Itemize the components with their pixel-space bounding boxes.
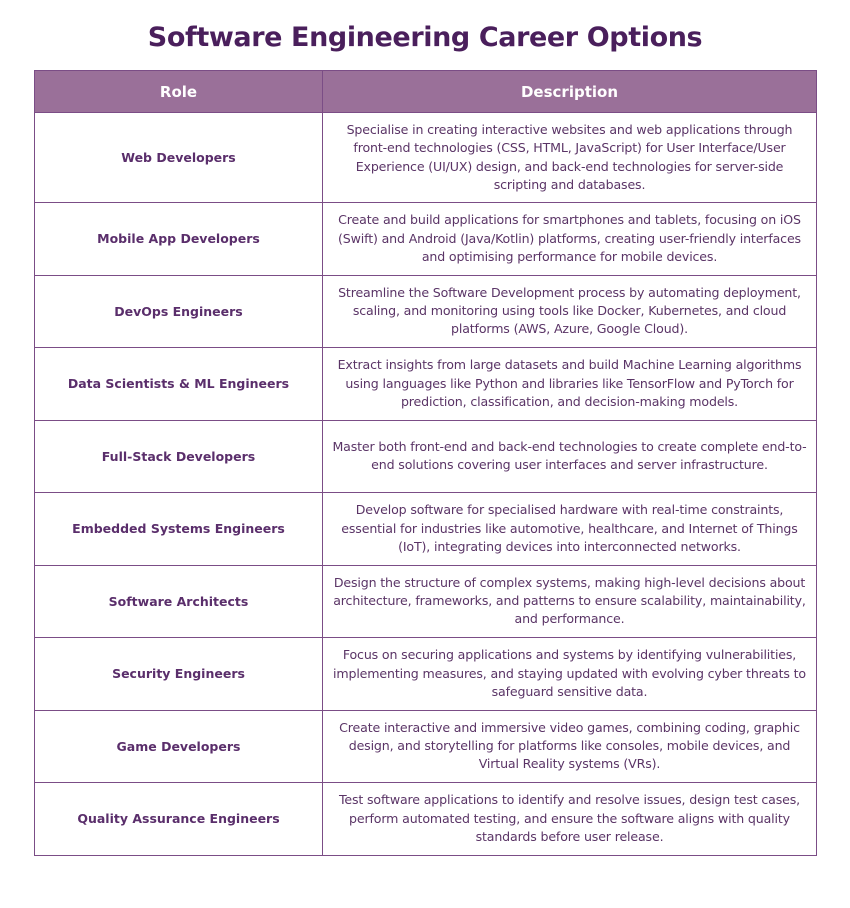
description-cell: Test software applications to identify a… <box>322 782 817 856</box>
description-cell: Specialise in creating interactive websi… <box>322 112 817 203</box>
table-row: Full-Stack Developers Master both front-… <box>34 419 817 493</box>
description-cell: Extract insights from large datasets and… <box>322 347 817 421</box>
page-title: Software Engineering Career Options <box>147 22 703 53</box>
role-cell: Mobile App Developers <box>34 202 323 276</box>
description-cell: Master both front-end and back-end techn… <box>322 419 817 493</box>
table-row: Web Developers Specialise in creating in… <box>34 112 817 203</box>
role-cell: Embedded Systems Engineers <box>34 492 323 566</box>
description-cell: Create and build applications for smartp… <box>322 202 817 276</box>
table-row: Embedded Systems Engineers Develop softw… <box>34 492 817 566</box>
role-cell: Quality Assurance Engineers <box>34 782 323 856</box>
role-cell: Security Engineers <box>34 637 323 711</box>
table-row: Mobile App Developers Create and build a… <box>34 202 817 276</box>
table-row: DevOps Engineers Streamline the Software… <box>34 274 817 348</box>
column-header-role: Role <box>34 70 323 113</box>
table-row: Data Scientists & ML Engineers Extract i… <box>34 347 817 421</box>
description-cell: Design the structure of complex systems,… <box>322 564 817 638</box>
table-row: Security Engineers Focus on securing app… <box>34 637 817 711</box>
career-options-table: Role Description Web Developers Speciali… <box>34 70 817 856</box>
role-cell: Game Developers <box>34 709 323 783</box>
description-cell: Focus on securing applications and syste… <box>322 637 817 711</box>
role-cell: Data Scientists & ML Engineers <box>34 347 323 421</box>
table-row: Quality Assurance Engineers Test softwar… <box>34 782 817 856</box>
role-cell: DevOps Engineers <box>34 274 323 348</box>
description-cell: Develop software for specialised hardwar… <box>322 492 817 566</box>
role-cell: Web Developers <box>34 112 323 203</box>
role-cell: Software Architects <box>34 564 323 638</box>
table-row: Software Architects Design the structure… <box>34 564 817 638</box>
table-header-row: Role Description <box>34 70 817 113</box>
description-cell: Streamline the Software Development proc… <box>322 274 817 348</box>
role-cell: Full-Stack Developers <box>34 419 323 493</box>
description-cell: Create interactive and immersive video g… <box>322 709 817 783</box>
table-row: Game Developers Create interactive and i… <box>34 709 817 783</box>
column-header-description: Description <box>322 70 817 113</box>
